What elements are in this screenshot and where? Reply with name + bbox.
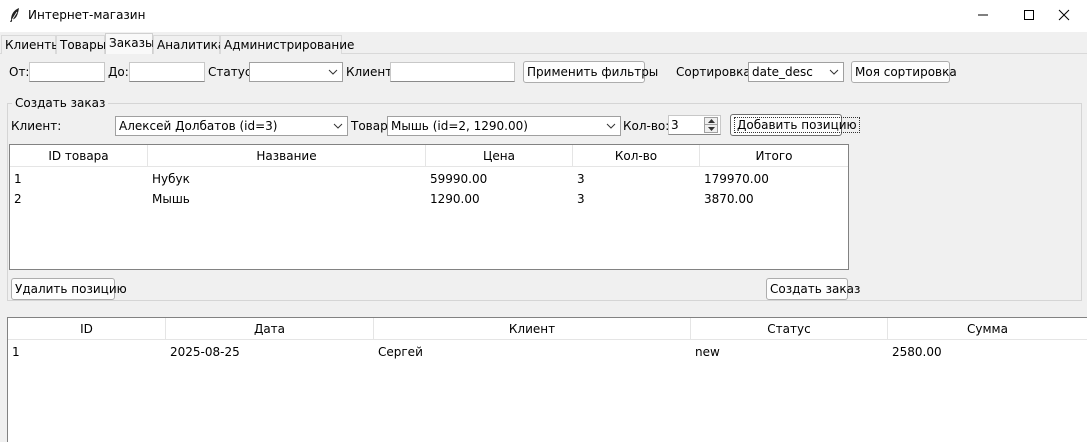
spin-up-button[interactable] — [705, 118, 717, 125]
chevron-down-icon — [606, 123, 616, 129]
status-select[interactable] — [249, 62, 343, 82]
product-label: Товар: — [351, 119, 392, 133]
column-header[interactable]: Итого — [700, 145, 848, 167]
from-label: От: — [9, 65, 30, 79]
table-cell: Нубук — [152, 172, 190, 186]
table-cell: 2025-08-25 — [170, 345, 240, 359]
column-header[interactable]: Сумма — [888, 318, 1087, 340]
qty-spin-buttons — [704, 117, 718, 133]
table-row[interactable]: 2 Мышь 1290.00 3 3870.00 — [10, 189, 848, 209]
table-cell: 1 — [14, 172, 22, 186]
window-title: Интернет-магазин — [28, 8, 146, 22]
order-client-value: Алексей Долбатов (id=3) — [119, 119, 278, 133]
apply-filters-button[interactable]: Применить фильтры — [523, 61, 658, 83]
create-order-title: Создать заказ — [12, 96, 109, 110]
close-button[interactable] — [1041, 0, 1087, 30]
close-icon — [1058, 9, 1070, 21]
minimize-button[interactable] — [960, 0, 1006, 30]
table-cell: Сергей — [378, 345, 423, 359]
table-cell: 3 — [577, 192, 585, 206]
table-cell: 179970.00 — [704, 172, 769, 186]
my-sort-button[interactable]: Моя сортировка — [851, 61, 957, 83]
order-client-label: Клиент: — [11, 119, 62, 133]
table-cell: 3 — [577, 172, 585, 186]
sort-select[interactable]: date_desc — [748, 62, 844, 82]
table-cell: 1290.00 — [430, 192, 480, 206]
orders-body: 1 2025-08-25 Сергей new 2580.00 — [8, 342, 1087, 362]
chevron-down-icon — [829, 69, 839, 75]
tab-products[interactable]: Товары — [56, 35, 106, 54]
chevron-down-icon — [333, 123, 343, 129]
tab-administration[interactable]: Администрирование — [220, 35, 354, 54]
remove-item-button[interactable]: Удалить позицию — [11, 278, 127, 300]
qty-spinbox[interactable]: 3 — [668, 115, 721, 135]
tab-clients[interactable]: Клиенты — [1, 35, 61, 54]
create-order-button[interactable]: Создать заказ — [766, 278, 860, 300]
table-cell: 2 — [14, 192, 22, 206]
table-cell: Мышь — [152, 192, 190, 206]
column-header[interactable]: Дата — [166, 318, 374, 340]
to-date-input[interactable] — [129, 62, 205, 82]
chevron-down-icon — [328, 69, 338, 75]
table-row[interactable]: 1 Нубук 59990.00 3 179970.00 — [10, 169, 848, 189]
table-row[interactable]: 1 2025-08-25 Сергей new 2580.00 — [8, 342, 1087, 362]
order-client-select[interactable]: Алексей Долбатов (id=3) — [115, 116, 348, 136]
to-label: До: — [108, 65, 129, 79]
add-item-button[interactable]: Добавить позицию — [730, 114, 860, 136]
table-cell: 2580.00 — [892, 345, 942, 359]
orders-header: ID Дата Клиент Статус Сумма — [8, 318, 1087, 340]
qty-label: Кол-во: — [623, 119, 670, 133]
order-items-header: ID товара Название Цена Кол-во Итого — [10, 145, 848, 167]
column-header[interactable]: Название — [148, 145, 426, 167]
maximize-icon — [1024, 10, 1034, 20]
tab-orders[interactable]: Заказы — [105, 33, 155, 54]
feather-icon — [10, 8, 19, 22]
column-header[interactable]: Клиент — [374, 318, 691, 340]
column-header[interactable]: ID товара — [10, 145, 148, 167]
triangle-down-icon — [707, 126, 715, 131]
column-header[interactable]: Статус — [691, 318, 888, 340]
product-select[interactable]: Мышь (id=2, 1290.00) — [387, 116, 621, 136]
order-items-table[interactable]: ID товара Название Цена Кол-во Итого 1 Н… — [9, 144, 849, 270]
table-cell: new — [695, 345, 720, 359]
client-filter-input[interactable] — [390, 62, 515, 82]
product-value: Мышь (id=2, 1290.00) — [391, 119, 528, 133]
table-cell: 59990.00 — [430, 172, 488, 186]
table-cell: 3870.00 — [704, 192, 754, 206]
table-cell: 1 — [12, 345, 20, 359]
from-date-input[interactable] — [29, 62, 105, 82]
title-bar: Интернет-магазин — [0, 0, 1087, 32]
minimize-icon — [978, 14, 988, 16]
orders-table[interactable]: ID Дата Клиент Статус Сумма 1 2025-08-25… — [7, 317, 1087, 442]
column-header[interactable]: ID — [8, 318, 166, 340]
sort-label: Сортировка: — [676, 65, 755, 79]
sort-value: date_desc — [752, 65, 813, 79]
add-item-label: Добавить позицию — [734, 117, 860, 133]
order-items-body: 1 Нубук 59990.00 3 179970.00 2 Мышь 1290… — [10, 169, 848, 209]
column-header[interactable]: Кол-во — [573, 145, 700, 167]
triangle-up-icon — [707, 119, 715, 123]
spin-down-button[interactable] — [705, 125, 717, 132]
client-filter-label: Клиент: — [346, 65, 397, 79]
tab-analytics[interactable]: Аналитика — [153, 35, 225, 54]
qty-value: 3 — [671, 118, 679, 132]
column-header[interactable]: Цена — [426, 145, 573, 167]
